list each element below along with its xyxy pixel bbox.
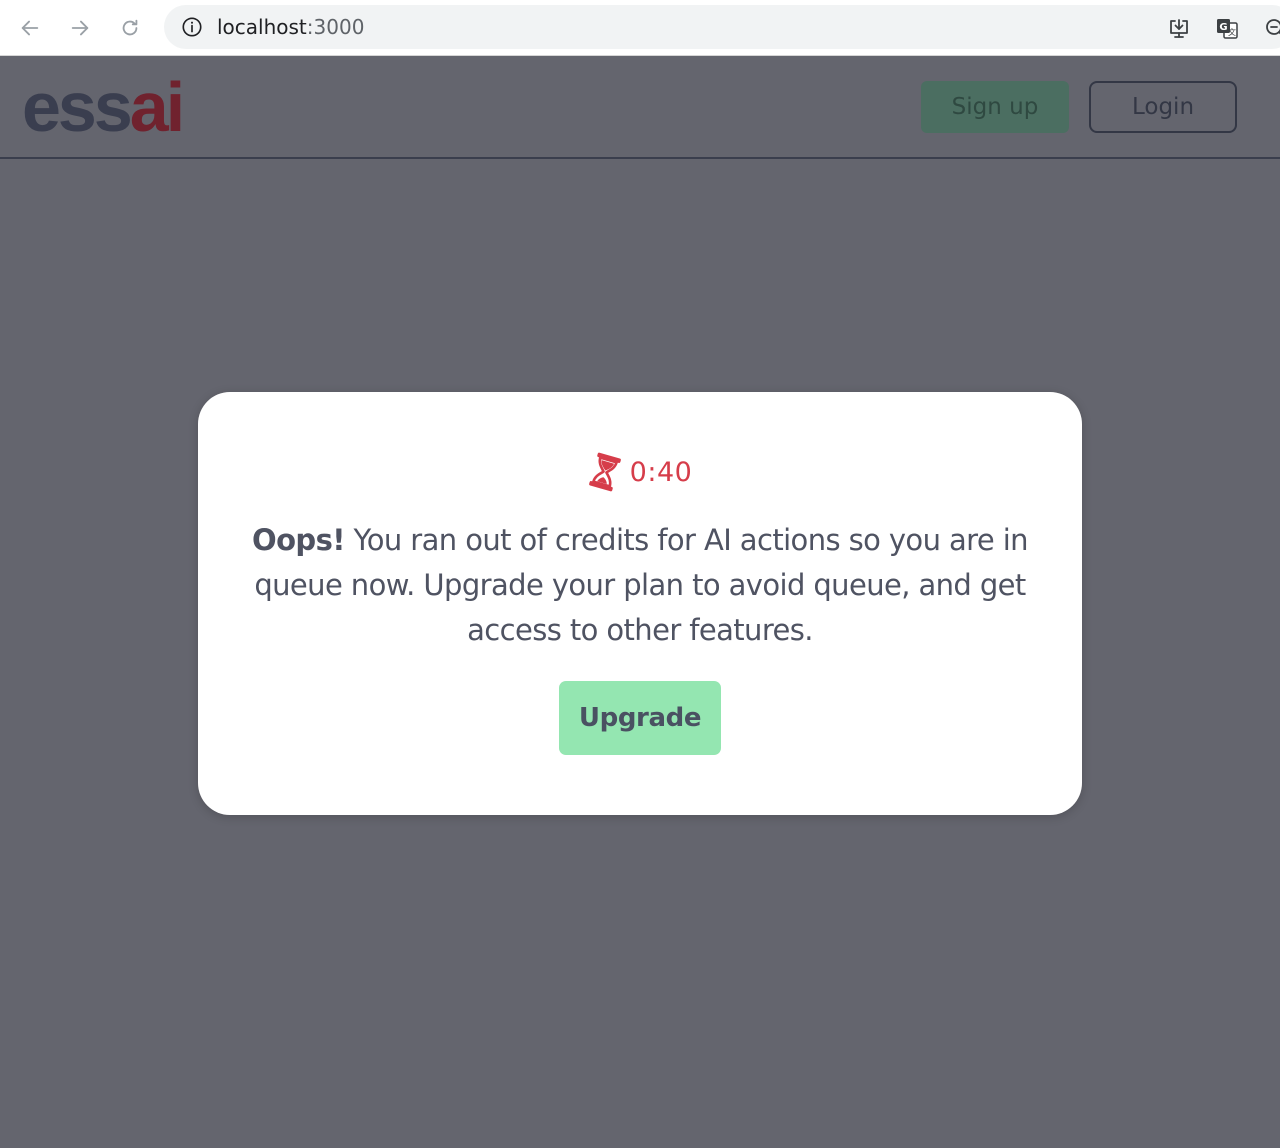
logo-accent-text: ai [129,68,185,146]
back-arrow-icon[interactable] [16,14,44,42]
app-header: essai Sign up Login [0,56,1280,159]
url-text[interactable]: localhost:3000 [217,15,364,39]
message-body: You ran out of credits for AI actions so… [254,523,1028,647]
reload-icon[interactable] [116,14,144,42]
queue-timer: 0:40 [198,450,1082,494]
queue-message: Oops! You ran out of credits for AI acti… [248,518,1032,653]
address-bar[interactable]: localhost:3000 G 文 [164,5,1280,49]
forward-arrow-icon[interactable] [66,14,94,42]
message-lead: Oops! [252,523,345,557]
translate-icon[interactable]: G 文 [1215,17,1239,41]
queue-modal: 0:40 Oops! You ran out of credits for AI… [198,392,1082,815]
url-port: :3000 [306,15,365,39]
timer-value: 0:40 [629,456,693,488]
logo-main-text: ess [22,68,133,146]
info-icon[interactable] [181,16,203,38]
install-app-icon[interactable] [1167,17,1191,41]
upgrade-button[interactable]: Upgrade [559,681,721,755]
hourglass-icon [588,452,621,492]
essai-logo[interactable]: essai [22,62,185,152]
url-host: localhost [217,15,307,39]
browser-toolbar: localhost:3000 G 文 [0,0,1280,56]
login-button[interactable]: Login [1089,81,1237,133]
svg-text:文: 文 [1228,27,1236,37]
signup-button[interactable]: Sign up [921,81,1069,133]
zoom-icon[interactable] [1264,17,1280,41]
svg-text:G: G [1219,22,1227,33]
